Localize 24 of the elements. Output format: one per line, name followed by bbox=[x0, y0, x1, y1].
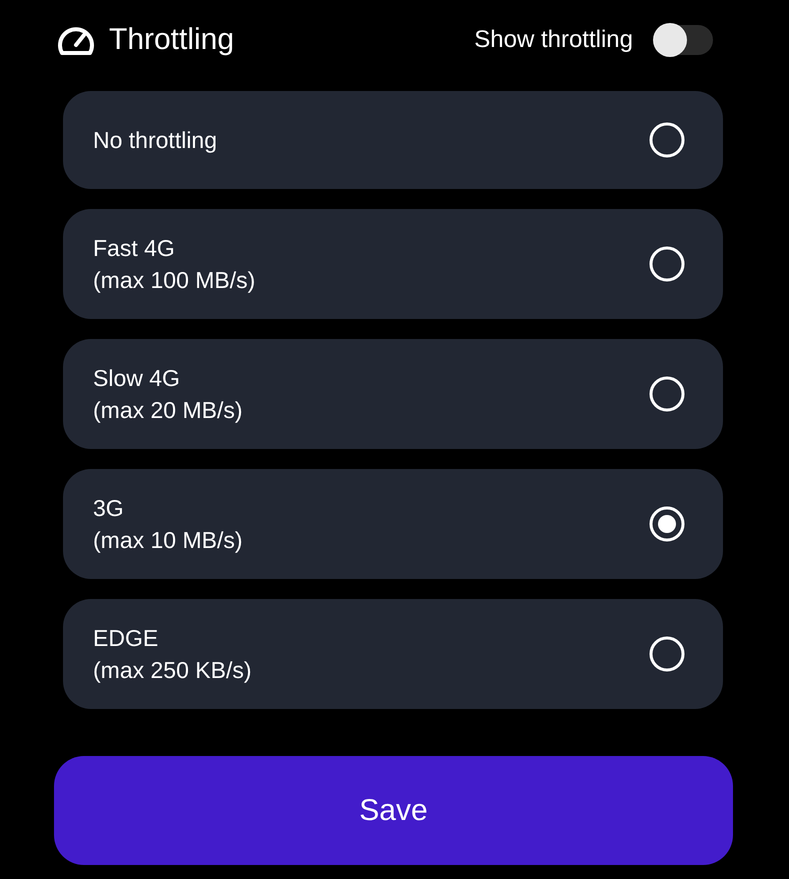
toggle-label: Show throttling bbox=[474, 26, 633, 54]
option-label: Fast 4G bbox=[93, 234, 176, 263]
radio-button[interactable] bbox=[649, 122, 685, 158]
radio-button[interactable] bbox=[649, 636, 685, 672]
option-label: Slow 4G bbox=[93, 364, 181, 393]
option-detail: (max 10 MB/s) bbox=[93, 526, 243, 555]
throttling-option[interactable]: Fast 4G (max 100 MB/s) bbox=[63, 209, 723, 319]
speedometer-icon bbox=[57, 25, 95, 55]
option-detail: (max 20 MB/s) bbox=[93, 396, 243, 425]
option-label: EDGE bbox=[93, 624, 160, 653]
dialog-title: Throttling bbox=[109, 23, 234, 57]
option-detail: (max 250 KB/s) bbox=[93, 656, 252, 685]
option-label: 3G bbox=[93, 494, 125, 523]
throttling-option[interactable]: 3G (max 10 MB/s) bbox=[63, 469, 723, 579]
option-label: No throttling bbox=[93, 126, 218, 155]
option-detail: (max 100 MB/s) bbox=[93, 266, 256, 295]
throttling-option[interactable]: No throttling bbox=[63, 91, 723, 189]
radio-button[interactable] bbox=[649, 376, 685, 412]
radio-button[interactable] bbox=[649, 506, 685, 542]
throttling-option[interactable]: EDGE (max 250 KB/s) bbox=[63, 599, 723, 709]
save-button[interactable]: Save bbox=[54, 756, 733, 865]
radio-button[interactable] bbox=[649, 246, 685, 282]
throttling-option[interactable]: Slow 4G (max 20 MB/s) bbox=[63, 339, 723, 449]
show-throttling-toggle[interactable] bbox=[655, 25, 713, 55]
